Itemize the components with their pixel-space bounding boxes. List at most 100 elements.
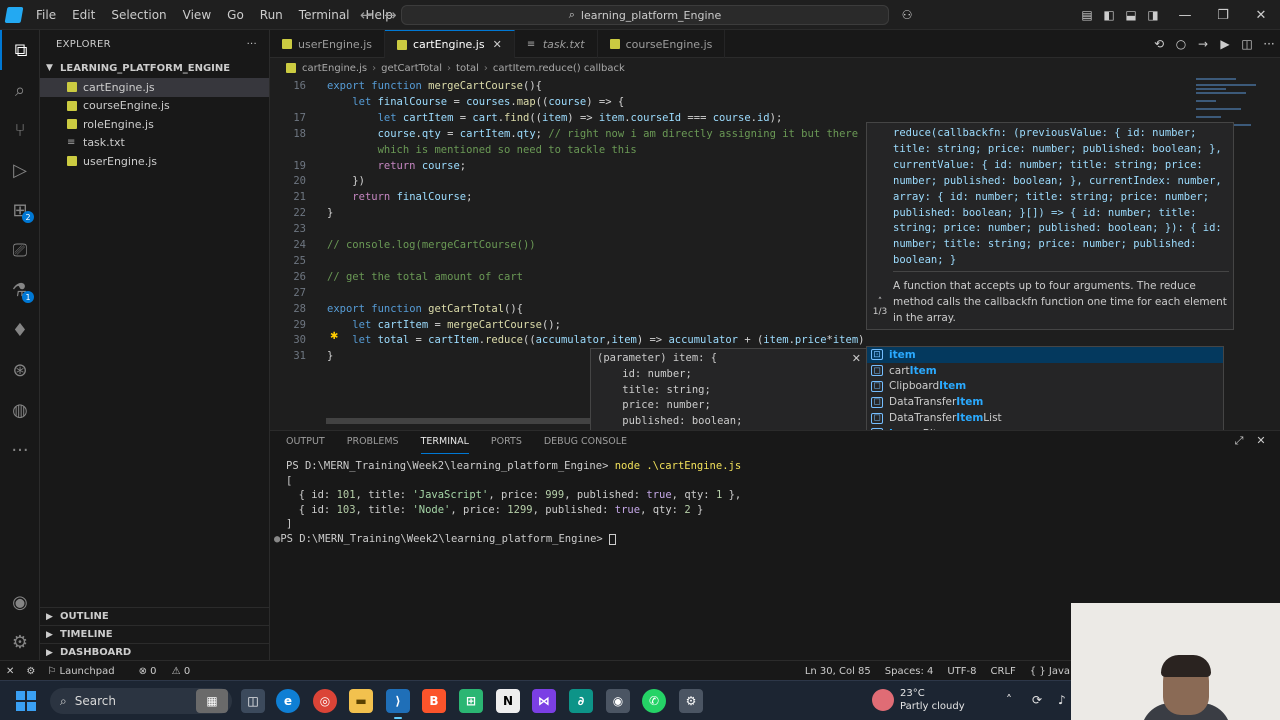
layout-customize-icon[interactable]: ▤	[1076, 0, 1098, 30]
minimize-button[interactable]: —	[1166, 0, 1204, 30]
launchpad-item[interactable]: ⚐ Launchpad	[47, 666, 126, 677]
brave-browser-icon[interactable]: B	[422, 689, 446, 713]
breadcrumb-function[interactable]: getCartTotal	[381, 63, 442, 74]
settings-gear-icon[interactable]: ⚙	[0, 622, 40, 662]
menu-run[interactable]: Run	[252, 0, 291, 30]
whatsapp-icon[interactable]: ✆	[642, 689, 666, 713]
language-mode[interactable]: { } Java	[1030, 666, 1070, 677]
horizontal-scrollbar[interactable]	[326, 418, 626, 424]
restore-button[interactable]: ❐	[1204, 0, 1242, 30]
workspace-folder[interactable]: ▼ LEARNING_PLATFORM_ENGINE	[40, 58, 269, 78]
run-debug-icon[interactable]: ▷	[0, 150, 40, 190]
menu-edit[interactable]: Edit	[64, 0, 103, 30]
file-item-roleengine[interactable]: roleEngine.js	[40, 115, 269, 134]
breadcrumb-variable[interactable]: total	[456, 63, 479, 74]
weather-widget[interactable]: 23°C Partly cloudy	[872, 687, 965, 713]
task-view-icon[interactable]: ◫	[241, 689, 265, 713]
copilot-chat-icon[interactable]: ◍	[0, 390, 40, 430]
timeline-section[interactable]: ▶ TIMELINE	[40, 625, 270, 643]
tab-task[interactable]: ≡ task.txt	[515, 30, 598, 58]
tray-app-icon[interactable]: ⟳	[1032, 693, 1042, 707]
settings-app-icon[interactable]: ⚙	[679, 689, 703, 713]
breadcrumb-file[interactable]: cartEngine.js	[302, 63, 367, 74]
tab-ports[interactable]: PORTS	[491, 431, 522, 453]
menu-selection[interactable]: Selection	[103, 0, 174, 30]
copilot-icon[interactable]: ⚇	[896, 0, 918, 30]
chrome-browser-icon[interactable]: ◎	[313, 689, 337, 713]
vscode-taskbar-icon[interactable]: ⟩	[386, 689, 410, 719]
breadcrumb-callback[interactable]: cartItem.reduce() callback	[493, 63, 625, 74]
menu-terminal[interactable]: Terminal	[291, 0, 358, 30]
next-change-icon[interactable]: →	[1192, 37, 1214, 51]
visual-studio-icon[interactable]: ⋈	[532, 689, 556, 713]
code-line[interactable]: let finalCourse = courses.map((course) =…	[270, 94, 1280, 110]
windows-start-icon[interactable]	[16, 691, 36, 711]
tab-userengine[interactable]: userEngine.js	[270, 30, 385, 58]
file-item-cartengine[interactable]: cartEngine.js	[40, 78, 269, 97]
suggestion-item[interactable]: ◻ cartItem	[867, 363, 1223, 379]
suggestion-item[interactable]: ◻ ClipboardItem	[867, 379, 1223, 395]
close-window-button[interactable]: ✕	[1242, 0, 1280, 30]
terminal-prompt-line[interactable]: ●PS D:\MERN_Training\Week2\learning_plat…	[274, 532, 617, 547]
obs-app-icon[interactable]: ◉	[606, 689, 630, 713]
suggestion-item[interactable]: ⊡ item	[867, 347, 1223, 363]
suggestion-item[interactable]: ◻ DataTransferItemList	[867, 410, 1223, 426]
tray-network-icon[interactable]: ♪	[1058, 693, 1066, 707]
testing-icon[interactable]: ⚗ 1	[0, 270, 40, 310]
more-actions-icon[interactable]: ···	[1258, 37, 1280, 51]
tab-output[interactable]: OUTPUT	[286, 431, 325, 453]
tab-problems[interactable]: PROBLEMS	[347, 431, 399, 453]
edge-browser-icon[interactable]: e	[276, 689, 300, 713]
remote-icon[interactable]: ✕	[6, 666, 14, 677]
file-explorer-icon[interactable]: ▬	[349, 689, 373, 713]
file-item-task[interactable]: ≡ task.txt	[40, 134, 269, 153]
search-icon[interactable]: ⌕	[0, 70, 40, 110]
toggle-secondary-sidebar-icon[interactable]: ◨	[1142, 0, 1164, 30]
widgets-icon[interactable]: ▦	[196, 689, 228, 713]
sheets-app-icon[interactable]: ⊞	[459, 689, 483, 713]
close-tab-icon[interactable]: ✕	[493, 38, 502, 51]
suggestion-item[interactable]: ◻ DataTransferItem	[867, 394, 1223, 410]
menu-file[interactable]: File	[28, 0, 64, 30]
menu-go[interactable]: Go	[219, 0, 252, 30]
file-item-courseengine[interactable]: courseEngine.js	[40, 97, 269, 116]
mongodb-icon[interactable]: ♦	[0, 310, 40, 350]
extensions-icon[interactable]: ⊞ 2	[0, 190, 40, 230]
gitlens-icon[interactable]: ⊛	[0, 350, 40, 390]
compare-changes-icon[interactable]: ⟲	[1148, 37, 1170, 51]
problems-indicator[interactable]: ⊗ 0 ⚠ 0	[139, 666, 203, 677]
indentation[interactable]: Spaces: 4	[885, 666, 934, 677]
toggle-sidebar-icon[interactable]: ◧	[1098, 0, 1120, 30]
source-control-icon[interactable]: ⑂	[0, 110, 40, 150]
split-editor-icon[interactable]: ◫	[1236, 37, 1258, 51]
line-ending[interactable]: CRLF	[991, 666, 1016, 677]
open-changes-icon[interactable]: ○	[1170, 37, 1192, 51]
chevron-up-icon[interactable]: ˄	[869, 297, 891, 307]
accounts-sync-icon[interactable]: ⚙	[26, 666, 35, 677]
explorer-icon[interactable]: ⧉	[0, 30, 40, 70]
more-icon[interactable]: ···	[0, 430, 40, 470]
close-icon[interactable]: ✕	[852, 352, 861, 365]
tab-terminal[interactable]: TERMINAL	[420, 431, 469, 454]
remote-explorer-icon[interactable]: ⎚	[0, 230, 40, 270]
notion-app-icon[interactable]: N	[496, 689, 520, 713]
tab-courseengine[interactable]: courseEngine.js	[598, 30, 726, 58]
dashboard-section[interactable]: ▶ DASHBOARD	[40, 643, 270, 661]
run-file-icon[interactable]: ▶	[1214, 37, 1236, 51]
cursor-position[interactable]: Ln 30, Col 85	[805, 666, 871, 677]
encoding[interactable]: UTF-8	[947, 666, 976, 677]
account-icon[interactable]: ◉	[0, 582, 40, 622]
tab-debug-console[interactable]: DEBUG CONSOLE	[544, 431, 627, 453]
tab-cartengine[interactable]: cartEngine.js ✕	[384, 30, 515, 58]
explorer-more-actions-icon[interactable]: ···	[247, 39, 257, 50]
signature-counter[interactable]: ˄ 1/3	[869, 297, 891, 317]
command-center-search[interactable]: ⌕ learning_platform_Engine	[401, 5, 889, 25]
outline-section[interactable]: ▶ OUTLINE	[40, 607, 270, 625]
lightbulb-icon[interactable]: ✱	[330, 331, 338, 342]
maximize-panel-icon[interactable]: ⤢	[1228, 434, 1250, 448]
tray-overflow-icon[interactable]: ˄	[1006, 693, 1012, 707]
file-item-userengine[interactable]: userEngine.js	[40, 152, 269, 171]
menu-view[interactable]: View	[175, 0, 219, 30]
toggle-panel-icon[interactable]: ⬓	[1120, 0, 1142, 30]
code-line[interactable]: 16 export function mergeCartCourse(){	[270, 78, 1280, 94]
